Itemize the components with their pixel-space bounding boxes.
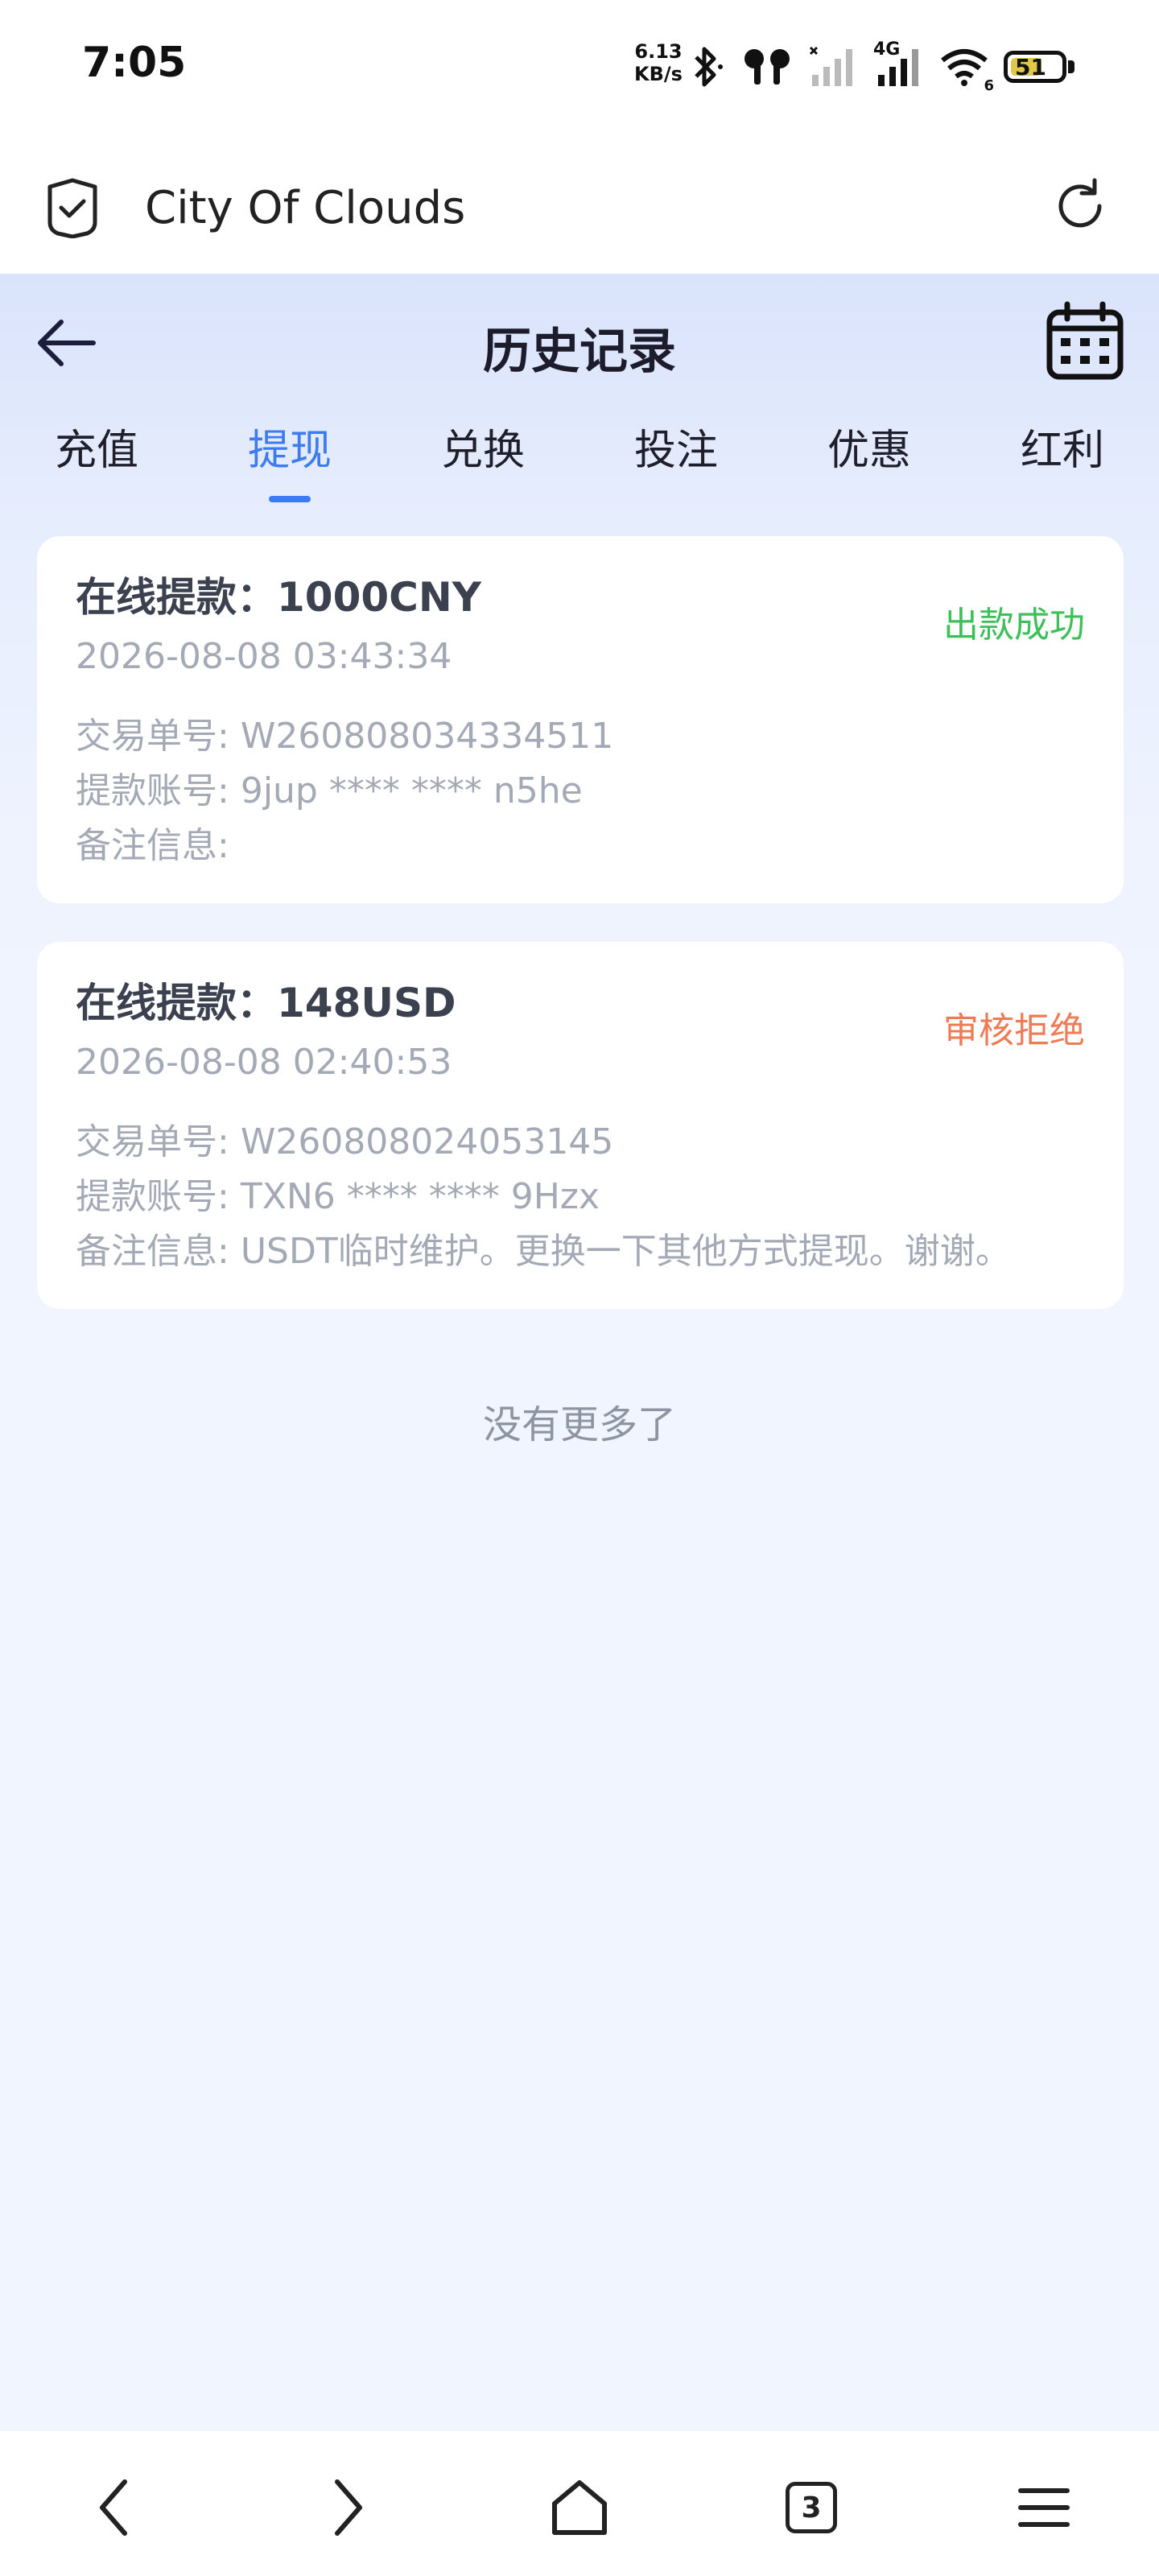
status-bar: 7:05 6.13 KB/s 4G 6 51 [0, 0, 1159, 137]
record-account-line: 提款账号: TXN6 **** **** 9Hzx [76, 1167, 600, 1219]
bluetooth-icon [687, 44, 727, 89]
note-label: 备注信息: [76, 825, 229, 866]
record-note-line: 备注信息: USDT临时维护。更换一下其他方式提现。谢谢。 [76, 1222, 1011, 1274]
tab-bets[interactable]: 投注 [596, 419, 757, 507]
menu-icon[interactable] [1008, 2471, 1080, 2544]
wifi-sub-label: 6 [984, 77, 994, 94]
home-icon[interactable] [543, 2471, 616, 2544]
network-speed-value: 6.13 [634, 40, 683, 63]
record-title: 在线提款：1000CNY [76, 574, 481, 621]
battery-level: 51 [1015, 53, 1046, 80]
battery-body: 51 [1004, 51, 1066, 83]
tab-promotions[interactable]: 优惠 [789, 419, 950, 507]
record-order-line: 交易单号: W260808034334511 [76, 707, 613, 758]
record-card[interactable]: 在线提款：148USD 2026-08-08 02:40:53 审核拒绝 交易单… [37, 942, 1124, 1309]
note-label: 备注信息: [76, 1231, 229, 1272]
tabs-icon[interactable]: 3 [775, 2471, 848, 2544]
calendar-icon[interactable] [1045, 301, 1125, 382]
page: 7:05 6.13 KB/s 4G 6 51 City Of Clouds 历史… [0, 0, 1159, 2576]
earbuds-icon [741, 44, 793, 89]
tab-active-indicator [269, 496, 311, 502]
history-screen: 历史记录 充值 提现 兑换 投注 优惠 红利 在线提款：1000CNY 2026… [0, 274, 1159, 2431]
record-status: 出款成功 [943, 605, 1085, 646]
network-type-label: 4G [873, 39, 901, 60]
tab-exchange[interactable]: 兑换 [402, 419, 563, 507]
back-icon[interactable] [79, 2471, 151, 2544]
network-speed: 6.13 KB/s [630, 40, 687, 85]
signal-2-icon: 4G [873, 39, 925, 89]
order-label: 交易单号: [76, 716, 229, 757]
tab-recharge[interactable]: 充值 [16, 419, 177, 507]
record-account-line: 提款账号: 9jup **** **** n5he [76, 762, 583, 813]
network-speed-unit: KB/s [634, 63, 683, 85]
no-more-text: 没有更多了 [482, 1402, 676, 1447]
record-status: 审核拒绝 [943, 1010, 1085, 1051]
account-value: 9jup **** **** n5he [240, 770, 583, 811]
order-label: 交易单号: [76, 1121, 229, 1162]
record-note-line: 备注信息: [76, 816, 229, 868]
page-title: 历史记录 [483, 324, 676, 380]
record-card[interactable]: 在线提款：1000CNY 2026-08-08 03:43:34 出款成功 交易… [37, 536, 1124, 903]
history-tabs: 充值 提现 兑换 投注 优惠 红利 [0, 419, 1159, 507]
tabs-count: 3 [786, 2482, 837, 2533]
record-title: 在线提款：148USD [76, 980, 456, 1026]
tab-withdraw[interactable]: 提现 [209, 419, 370, 507]
record-date: 2026-08-08 02:40:53 [76, 1042, 452, 1083]
battery-tip [1068, 60, 1074, 73]
tab-bonus[interactable]: 红利 [982, 419, 1143, 507]
reload-icon[interactable] [1048, 174, 1112, 238]
bottom-nav: 3 [0, 2431, 1159, 2576]
site-name[interactable]: City Of Clouds [145, 182, 465, 234]
account-value: TXN6 **** **** 9Hzx [240, 1176, 600, 1217]
signal-1-icon [807, 44, 859, 89]
record-order-line: 交易单号: W260808024053145 [76, 1113, 613, 1164]
header: 历史记录 [0, 274, 1159, 411]
forward-icon[interactable] [311, 2471, 383, 2544]
note-value: USDT临时维护。更换一下其他方式提现。谢谢。 [240, 1231, 1011, 1272]
browser-bar: City Of Clouds [0, 137, 1159, 274]
status-time: 7:05 [82, 39, 187, 87]
battery-icon: 51 [1004, 51, 1074, 83]
order-value: W260808024053145 [240, 1121, 614, 1162]
record-date: 2026-08-08 03:43:34 [76, 636, 452, 677]
shield-check-icon[interactable] [42, 177, 103, 239]
wifi-icon: 6 [939, 44, 994, 94]
status-icons: 4G 6 51 [687, 39, 1074, 94]
account-label: 提款账号: [76, 1176, 229, 1217]
order-value: W260808034334511 [240, 716, 614, 757]
account-label: 提款账号: [76, 770, 229, 811]
